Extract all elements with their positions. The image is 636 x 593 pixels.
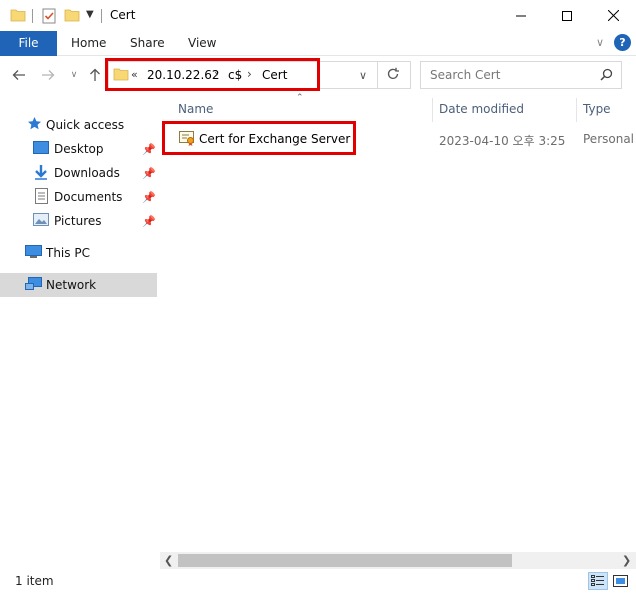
- pin-icon[interactable]: 📌: [142, 143, 156, 156]
- nav-network-label: Network: [46, 278, 97, 292]
- nav-item-downloads[interactable]: Downloads 📌: [0, 161, 157, 185]
- search-icon[interactable]: [600, 68, 613, 84]
- title-separator: [32, 9, 33, 23]
- nav-item-documents[interactable]: Documents 📌: [0, 185, 157, 209]
- up-button[interactable]: [86, 66, 104, 84]
- pin-icon[interactable]: 📌: [142, 191, 156, 204]
- star-icon: [27, 116, 42, 134]
- address-highlight-box: [105, 58, 320, 91]
- minimize-button[interactable]: [498, 0, 544, 31]
- close-button[interactable]: [590, 0, 636, 31]
- column-header-date-modified[interactable]: Date modified: [439, 102, 524, 116]
- column-separator[interactable]: [576, 98, 577, 122]
- sort-ascending-icon: ⌃: [296, 93, 304, 103]
- maximize-button[interactable]: [544, 0, 590, 31]
- document-icon: [35, 187, 48, 207]
- nav-network[interactable]: Network: [0, 273, 157, 297]
- recent-locations-icon[interactable]: ∨: [65, 66, 83, 84]
- properties-icon[interactable]: [41, 8, 57, 27]
- help-icon[interactable]: ?: [614, 34, 631, 51]
- nav-item-desktop[interactable]: Desktop 📌: [0, 137, 157, 161]
- large-icons-view-icon: [613, 575, 628, 587]
- expand-ribbon-icon[interactable]: ∨: [596, 36, 604, 49]
- nav-quick-access-label: Quick access: [46, 118, 125, 132]
- scrollbar-thumb[interactable]: [178, 554, 512, 567]
- column-separator[interactable]: [432, 98, 433, 122]
- pin-icon[interactable]: 📌: [142, 167, 156, 180]
- nav-item-label: Downloads: [54, 166, 120, 180]
- network-icon: [25, 276, 42, 294]
- nav-this-pc[interactable]: This PC: [0, 241, 157, 265]
- refresh-icon[interactable]: [386, 67, 400, 84]
- search-placeholder[interactable]: Search Cert: [430, 68, 500, 82]
- details-view-icon: [591, 575, 604, 586]
- nav-quick-access[interactable]: Quick access: [0, 113, 157, 137]
- tab-file[interactable]: File: [0, 31, 57, 56]
- nav-item-label: Documents: [54, 190, 123, 204]
- scroll-left-icon[interactable]: ❮: [164, 554, 173, 567]
- folder-icon: [10, 8, 26, 25]
- computer-icon: [25, 244, 42, 262]
- pictures-icon: [33, 213, 49, 229]
- tab-home[interactable]: Home: [71, 31, 106, 56]
- nav-this-pc-label: This PC: [46, 246, 90, 260]
- column-header-name[interactable]: Name: [178, 102, 213, 116]
- file-date-modified: 2023-04-10 오후 3:25: [439, 134, 566, 148]
- back-button[interactable]: [10, 66, 28, 84]
- customize-toolbar-icon[interactable]: ▼: [86, 9, 94, 20]
- title-separator: [101, 9, 102, 23]
- details-view-button[interactable]: [588, 572, 608, 590]
- nav-item-pictures[interactable]: Pictures 📌: [0, 209, 157, 233]
- new-folder-icon[interactable]: [64, 8, 80, 25]
- address-dropdown-icon[interactable]: ∨: [359, 69, 367, 82]
- tab-share[interactable]: Share: [130, 31, 165, 56]
- scroll-right-icon[interactable]: ❯: [622, 554, 631, 567]
- tab-view[interactable]: View: [188, 31, 216, 56]
- large-icons-view-button[interactable]: [612, 573, 629, 592]
- window-title: Cert: [110, 8, 136, 22]
- address-divider: [377, 61, 378, 89]
- pin-icon[interactable]: 📌: [142, 215, 156, 228]
- forward-button[interactable]: [39, 66, 57, 84]
- nav-item-label: Pictures: [54, 214, 102, 228]
- desktop-icon: [33, 141, 49, 157]
- column-header-type[interactable]: Type: [583, 102, 611, 116]
- download-arrow-icon: [33, 164, 49, 183]
- status-item-count: 1 item: [15, 574, 54, 588]
- nav-item-label: Desktop: [54, 142, 104, 156]
- file-highlight-box: [162, 121, 356, 155]
- file-type: Personal I: [583, 132, 636, 146]
